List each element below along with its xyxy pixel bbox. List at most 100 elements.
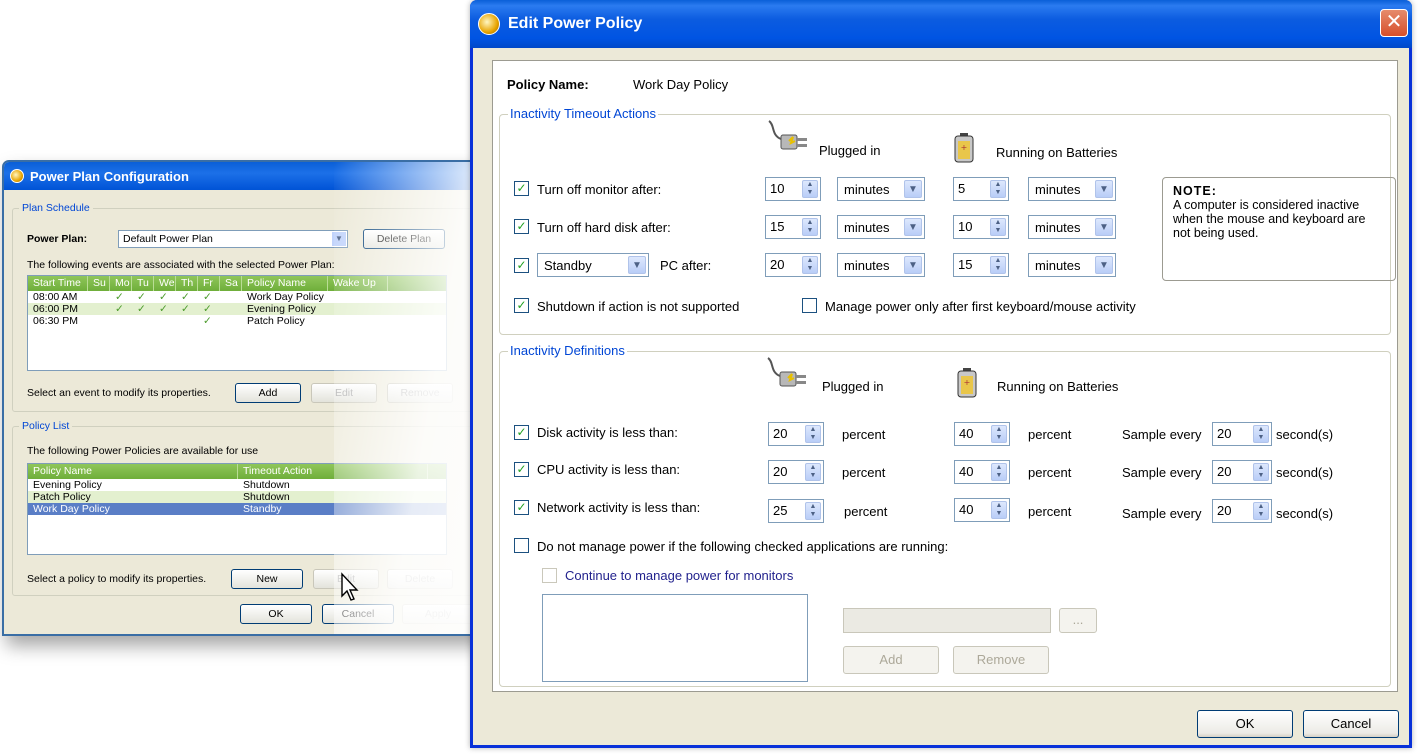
spinner-arrows-icon[interactable]: ▲ ▼ [991, 425, 1007, 443]
table-row[interactable]: 08:00 AM ✓ ✓ ✓ ✓ ✓ Work Day Policy [28, 291, 446, 303]
cell-day: ✓ [181, 303, 190, 315]
spinner-value: 40 [959, 502, 974, 517]
table-row[interactable]: Patch Policy Shutdown [28, 491, 446, 503]
cell-day [88, 315, 110, 327]
monitor-battery-spinner[interactable]: 5 ▲ ▼ [953, 177, 1009, 201]
delete-policy-button[interactable]: Delete [387, 569, 453, 589]
hard-disk-plugged-unit-select[interactable]: minutes ▼ [837, 215, 925, 239]
bg-apply-button[interactable]: Apply [402, 604, 474, 624]
hard-disk-battery-unit-select[interactable]: minutes ▼ [1028, 215, 1116, 239]
bg-cancel-button[interactable]: Cancel [322, 604, 394, 624]
monitor-battery-unit-select[interactable]: minutes ▼ [1028, 177, 1116, 201]
note-box: NOTE: A computer is considered inactive … [1162, 177, 1396, 281]
pc-action-select[interactable]: Standby ▼ [537, 253, 649, 277]
shutdown-checkbox[interactable]: ✓ [514, 298, 529, 313]
cell-day: ✓ [203, 315, 212, 327]
manage-after-activity-checkbox[interactable] [802, 298, 817, 313]
dialog-content-panel: Policy Name: Work Day Policy Inactivity … [492, 60, 1398, 692]
spinner-arrows-icon[interactable]: ▲ ▼ [1253, 425, 1269, 443]
bg-ok-button[interactable]: OK [240, 604, 312, 624]
note-title: NOTE: [1173, 184, 1217, 198]
table-row-selected[interactable]: Work Day Policy Standby [28, 503, 446, 515]
spinner-arrows-icon[interactable]: ▲ ▼ [990, 218, 1006, 236]
cpu-plugged-spinner[interactable]: 20 ▲ ▼ [768, 460, 824, 484]
edit-event-button[interactable]: Edit [311, 383, 377, 403]
spinner-arrows-icon[interactable]: ▲ ▼ [990, 180, 1006, 198]
table-row[interactable]: 06:30 PM ✓ Patch Policy [28, 315, 446, 327]
chevron-down-icon: ▼ [1095, 218, 1113, 236]
spinner-value: 5 [958, 181, 966, 196]
spinner-arrows-icon[interactable]: ▲ ▼ [990, 256, 1006, 274]
power-plan-label: Power Plan: [27, 233, 88, 245]
spinner-arrows-icon[interactable]: ▲ ▼ [991, 463, 1007, 481]
disk-activity-label: Disk activity is less than: [537, 425, 678, 440]
table-row[interactable]: 06:00 PM ✓ ✓ ✓ ✓ ✓ Evening Policy [28, 303, 446, 315]
policy-list-group: Policy List The following Power Policies… [12, 420, 474, 596]
spinner-arrows-icon[interactable]: ▲ ▼ [802, 256, 818, 274]
delete-plan-button[interactable]: Delete Plan [363, 229, 445, 249]
cpu-battery-unit: percent [1028, 465, 1072, 480]
cell-policy-name: Evening Policy [33, 479, 102, 491]
monitor-checkbox[interactable]: ✓ [514, 181, 529, 196]
cpu-activity-checkbox[interactable]: ✓ [514, 462, 529, 477]
monitors-checkbox[interactable] [542, 568, 557, 583]
cell-day [88, 303, 110, 315]
spinner-arrows-icon[interactable]: ▲ ▼ [1253, 502, 1269, 520]
spinner-arrows-icon[interactable]: ▲ ▼ [1253, 463, 1269, 481]
power-plan-select[interactable]: Default Power Plan ▼ [118, 230, 348, 248]
select-value: minutes [1035, 182, 1081, 197]
power-plan-configuration-window: Power Plan Configuration Plan Schedule P… [2, 160, 484, 636]
spinner-arrows-icon[interactable]: ▲ ▼ [802, 180, 818, 198]
remove-event-button[interactable]: Remove [387, 383, 453, 403]
browse-button[interactable]: ... [1059, 608, 1097, 633]
dialog-title: Edit Power Policy [508, 15, 643, 32]
chevron-down-icon: ▼ [904, 256, 922, 274]
applications-listbox[interactable] [542, 594, 808, 682]
hard-disk-battery-spinner[interactable]: 10 ▲ ▼ [953, 215, 1009, 239]
svg-text:+: + [964, 378, 971, 387]
monitor-plugged-spinner[interactable]: 10 ▲ ▼ [765, 177, 821, 201]
cpu-sample-spinner[interactable]: 20 ▲ ▼ [1212, 460, 1272, 484]
pc-battery-unit-select[interactable]: minutes ▼ [1028, 253, 1116, 277]
network-activity-checkbox[interactable]: ✓ [514, 500, 529, 515]
disk-sample-spinner[interactable]: 20 ▲ ▼ [1212, 422, 1272, 446]
ok-button[interactable]: OK [1197, 710, 1293, 738]
cancel-button[interactable]: Cancel [1303, 710, 1399, 738]
network-battery-spinner[interactable]: 40 ▲ ▼ [954, 498, 1010, 522]
cell-day: ✓ [115, 303, 124, 315]
manage-after-activity-label: Manage power only after first keyboard/m… [825, 299, 1136, 314]
standby-checkbox[interactable]: ✓ [514, 258, 529, 273]
hard-disk-checkbox[interactable]: ✓ [514, 219, 529, 234]
network-plugged-spinner[interactable]: 25 ▲ ▼ [768, 499, 824, 523]
pc-battery-spinner[interactable]: 15 ▲ ▼ [953, 253, 1009, 277]
hard-disk-plugged-spinner[interactable]: 15 ▲ ▼ [765, 215, 821, 239]
cell-day: ✓ [203, 303, 212, 315]
cell-day [220, 315, 242, 327]
shutdown-label: Shutdown if action is not supported [537, 299, 740, 314]
disk-activity-checkbox[interactable]: ✓ [514, 425, 529, 440]
close-button[interactable]: ✕ [1380, 9, 1408, 37]
disk-plugged-spinner[interactable]: 20 ▲ ▼ [768, 422, 824, 446]
add-event-button[interactable]: Add [235, 383, 301, 403]
monitor-plugged-unit-select[interactable]: minutes ▼ [837, 177, 925, 201]
applications-checkbox[interactable] [514, 538, 529, 553]
network-sample-spinner[interactable]: 20 ▲ ▼ [1212, 499, 1272, 523]
new-policy-button[interactable]: New [231, 569, 303, 589]
spinner-arrows-icon[interactable]: ▲ ▼ [805, 502, 821, 520]
disk-battery-spinner[interactable]: 40 ▲ ▼ [954, 422, 1010, 446]
remove-application-button[interactable]: Remove [953, 646, 1049, 674]
pc-plugged-unit-select[interactable]: minutes ▼ [837, 253, 925, 277]
application-path-input[interactable] [843, 608, 1051, 633]
spinner-arrows-icon[interactable]: ▲ ▼ [805, 425, 821, 443]
add-application-button[interactable]: Add [843, 646, 939, 674]
spinner-arrows-icon[interactable]: ▲ ▼ [805, 463, 821, 481]
spinner-arrows-icon[interactable]: ▲ ▼ [991, 501, 1007, 519]
spinner-arrows-icon[interactable]: ▲ ▼ [802, 218, 818, 236]
cpu-battery-spinner[interactable]: 40 ▲ ▼ [954, 460, 1010, 484]
cell-start: 06:30 PM [33, 315, 78, 327]
cell-start: 06:00 PM [33, 303, 78, 315]
table-row[interactable]: Evening Policy Shutdown [28, 479, 446, 491]
pc-plugged-spinner[interactable]: 20 ▲ ▼ [765, 253, 821, 277]
policy-table-header: Policy Name Timeout Action [28, 464, 446, 479]
cpu-activity-label: CPU activity is less than: [537, 462, 681, 477]
